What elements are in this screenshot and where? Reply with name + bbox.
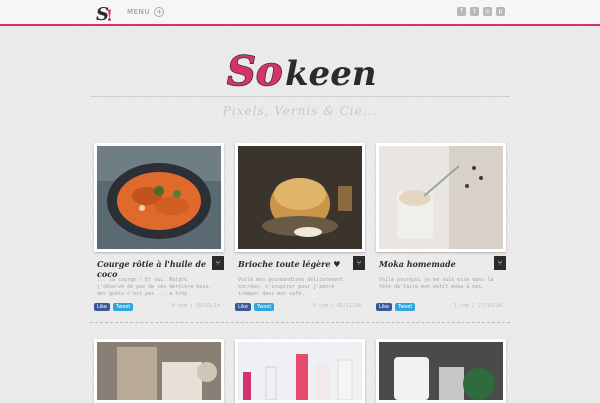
facebook-like-button[interactable]: Like [376, 303, 392, 311]
header-divider [90, 96, 510, 97]
menu-label: MENU [127, 8, 151, 16]
post-image[interactable] [235, 339, 365, 403]
post-actions: Like Tweet 1 com | 27/10/14 [376, 302, 506, 312]
post-title[interactable]: Courge rôtie à l'huile de coco [97, 259, 224, 279]
post-card [94, 339, 224, 403]
post-image[interactable] [376, 339, 506, 403]
post-title-row: Moka homemade ⑂ [376, 255, 506, 275]
post-title-row: Brioche toute légère ♥ ⑂ [235, 255, 365, 275]
menu-button[interactable]: MENU + [127, 7, 165, 17]
logo-keen: keen! [285, 54, 375, 94]
post-meta: 0 com | 05/11/14 [312, 303, 361, 309]
tagline: Pixels, Vernis & Cie... [222, 104, 378, 118]
site-logo[interactable]: So keen! [225, 45, 375, 95]
post-title[interactable]: Brioche toute légère ♥ [238, 259, 340, 269]
instagram-icon[interactable]: ◎ [483, 7, 492, 16]
plus-circle-icon: + [154, 7, 165, 17]
post-excerpt: Voilà mes gourmandises délicatement sucr… [238, 277, 344, 297]
post-card: Moka homemade ⑂ Voilà pourquoi je me sui… [376, 143, 506, 312]
post-image[interactable] [94, 143, 224, 252]
twitter-icon[interactable]: t [470, 7, 479, 16]
post-title-row: Courge rôtie à l'huile de coco ⑂ [94, 255, 224, 279]
section-divider [90, 322, 510, 323]
facebook-like-button[interactable]: Like [235, 303, 251, 311]
post-image[interactable] [376, 143, 506, 252]
social-links: f t ◎ p [457, 7, 505, 16]
fork-knife-icon: ⑂ [353, 256, 365, 270]
top-bar: S ! MENU + f t ◎ p [0, 0, 600, 26]
post-card: Courge rôtie à l'huile de coco ⑂ ... la … [94, 143, 224, 312]
fork-knife-icon: ⑂ [494, 256, 506, 270]
post-actions: Like Tweet 0 com | 10/11/14 [94, 302, 224, 312]
post-excerpt: Voilà pourquoi je me suis mise dans la t… [379, 277, 494, 290]
post-excerpt: ... la courge ! Et oui. Malgré j'observé… [97, 277, 212, 297]
post-card [235, 339, 365, 403]
logo-so: So [227, 48, 283, 95]
facebook-like-button[interactable]: Like [94, 303, 110, 311]
tweet-button[interactable]: Tweet [253, 303, 275, 311]
brand-header: So keen! [0, 45, 600, 95]
fork-knife-icon: ⑂ [212, 256, 224, 270]
pinterest-icon[interactable]: p [496, 7, 505, 16]
post-image[interactable] [235, 143, 365, 252]
post-title[interactable]: Moka homemade [379, 259, 456, 269]
post-card: Brioche toute légère ♥ ⑂ Voilà mes gourm… [235, 143, 365, 312]
post-image[interactable] [94, 339, 224, 403]
post-meta: 1 com | 27/10/14 [453, 303, 502, 309]
post-card [376, 339, 506, 403]
tweet-button[interactable]: Tweet [112, 303, 134, 311]
svg-text:!: ! [106, 6, 113, 24]
post-actions: Like Tweet 0 com | 05/11/14 [235, 302, 365, 312]
facebook-icon[interactable]: f [457, 7, 466, 16]
site-logo-small[interactable]: S ! [95, 2, 117, 24]
tweet-button[interactable]: Tweet [394, 303, 416, 311]
post-meta: 0 com | 10/11/14 [171, 303, 220, 309]
